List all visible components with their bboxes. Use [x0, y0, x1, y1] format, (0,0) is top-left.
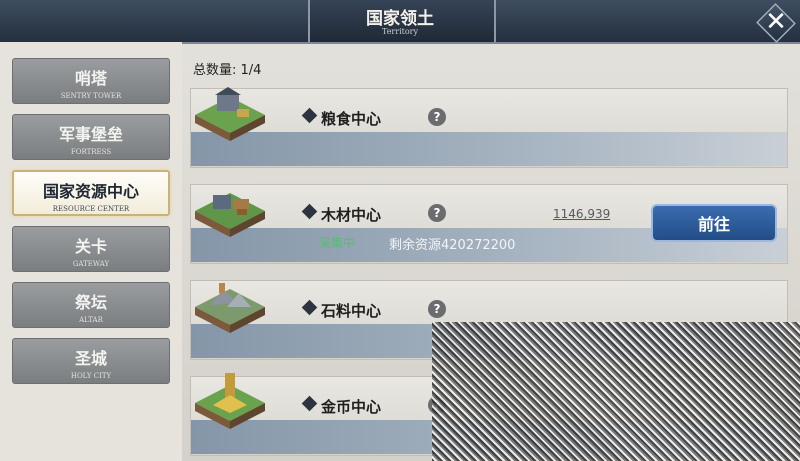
sidebar-item-label: 哨塔	[74, 69, 107, 88]
total-count: 总数量: 1/4	[193, 63, 262, 78]
diamond-icon	[301, 203, 318, 220]
header-banner: 国家领土 Territory	[0, 0, 800, 44]
quarry-tile-icon	[195, 283, 265, 333]
sidebar-item-label: 军事堡垒	[58, 125, 123, 144]
diamond-icon	[301, 107, 318, 124]
sidebar-item-sublabel: ALTAR	[79, 316, 103, 324]
help-icon[interactable]: ?	[428, 108, 446, 126]
sidebar-item-label: 祭坛	[74, 293, 107, 312]
resource-name: 石料中心	[321, 302, 382, 320]
resource-name: 木材中心	[321, 206, 382, 224]
sidebar-item-sentry-tower[interactable]: 哨塔 SENTRY TOWER	[12, 58, 170, 104]
diamond-icon	[301, 299, 318, 316]
sidebar-item-holy-city[interactable]: 圣城 HOLY CITY	[12, 338, 170, 384]
help-icon[interactable]: ?	[428, 204, 446, 222]
sidebar-item-sublabel: FORTRESS	[70, 148, 112, 156]
obscured-region	[432, 322, 800, 461]
card-info-band	[191, 132, 787, 166]
resource-card-wood: 木材中心 ? 1146,939 前往 采集中 剩余资源420272200	[190, 184, 788, 264]
sidebar-item-label: 关卡	[74, 237, 107, 256]
sidebar-item-fortress[interactable]: 军事堡垒 FORTRESS	[12, 114, 170, 160]
sidebar-item-sublabel: SENTRY TOWER	[60, 92, 122, 100]
coordinates-link[interactable]: 1146,939	[553, 207, 610, 221]
close-icon[interactable]: ✕	[756, 2, 796, 42]
remaining-resources: 剩余资源420272200	[389, 238, 516, 253]
resource-card-food: 粮食中心 ?	[190, 87, 788, 168]
sidebar-item-altar[interactable]: 祭坛 ALTAR	[12, 282, 170, 328]
sidebar-item-sublabel: HOLY CITY	[70, 372, 112, 380]
territory-window: 国家领土 Territory ✕ 哨塔 SENTRY TOWER 军事堡垒 FO…	[0, 0, 800, 461]
sidebar-item-label: 国家资源中心	[42, 182, 139, 201]
resource-name: 粮食中心	[321, 110, 382, 128]
gold-tile-icon	[195, 373, 265, 429]
resource-name: 金币中心	[321, 398, 382, 416]
status-gathering: 采集中	[319, 236, 356, 250]
page-subtitle: Territory	[381, 27, 419, 36]
sidebar-item-resource-center[interactable]: 国家资源中心 RESOURCE CENTER	[12, 170, 170, 216]
page-title: 国家领土	[366, 9, 434, 29]
sidebar-item-sublabel: RESOURCE CENTER	[52, 205, 130, 213]
sidebar-item-sublabel: GATEWAY	[72, 260, 110, 268]
farm-tile-icon	[195, 87, 265, 141]
lumber-tile-icon	[195, 193, 265, 237]
goto-button[interactable]: 前往	[651, 204, 777, 242]
help-icon[interactable]: ?	[428, 300, 446, 318]
sidebar: 哨塔 SENTRY TOWER 军事堡垒 FORTRESS 国家资源中心 RES…	[0, 42, 182, 461]
sidebar-item-label: 圣城	[74, 349, 107, 368]
sidebar-item-gateway[interactable]: 关卡 GATEWAY	[12, 226, 170, 272]
diamond-icon	[301, 395, 318, 412]
